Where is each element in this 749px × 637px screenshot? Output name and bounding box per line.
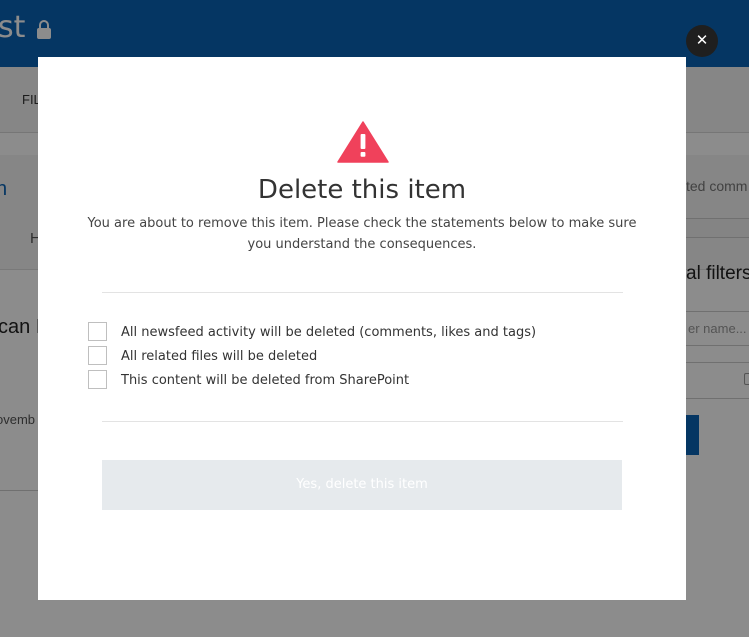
checkbox[interactable] <box>88 370 107 389</box>
checklist-item-label: This content will be deleted from ShareP… <box>121 373 410 388</box>
consequences-checklist: All newsfeed activity will be deleted (c… <box>88 321 648 393</box>
confirm-delete-label: Yes, delete this item <box>296 477 428 492</box>
divider <box>102 292 623 293</box>
checklist-item-label: All newsfeed activity will be deleted (c… <box>121 325 537 340</box>
divider <box>102 421 623 422</box>
checklist-item-files[interactable]: All related files will be deleted <box>88 345 648 369</box>
checkbox[interactable] <box>88 346 107 365</box>
close-icon: ✕ <box>695 31 709 49</box>
delete-item-dialog: Delete this item You are about to remove… <box>38 57 686 600</box>
dialog-description: You are about to remove this item. Pleas… <box>87 216 637 252</box>
warning-triangle-icon <box>337 121 389 163</box>
checkbox[interactable] <box>88 322 107 341</box>
checklist-item-label: All related files will be deleted <box>121 349 318 364</box>
close-modal-button[interactable]: ✕ <box>686 25 718 57</box>
checklist-item-sharepoint[interactable]: This content will be deleted from ShareP… <box>88 369 648 393</box>
checklist-item-newsfeed[interactable]: All newsfeed activity will be deleted (c… <box>88 321 648 345</box>
dialog-title: Delete this item <box>257 175 467 205</box>
confirm-delete-button[interactable]: Yes, delete this item <box>102 460 622 510</box>
